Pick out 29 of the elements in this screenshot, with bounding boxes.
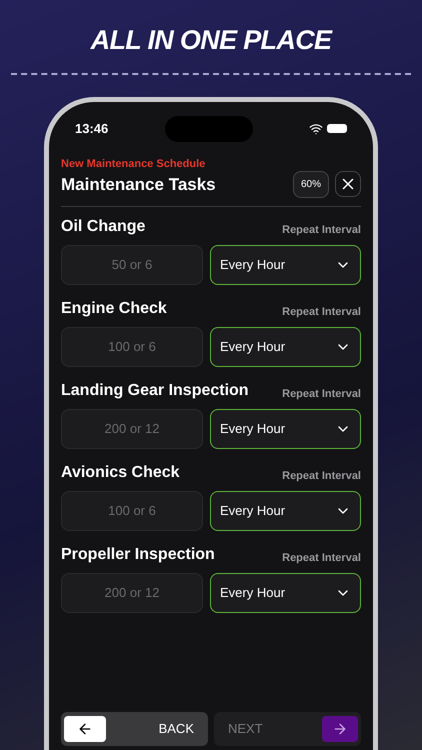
status-time: 13:46 [75,120,108,138]
back-button[interactable]: BACK [61,712,208,746]
screen-title: Maintenance Tasks [61,174,216,196]
hours-field[interactable]: 200 or 12 [61,408,203,448]
headline: ALL IN ONE PLACE [90,24,332,57]
interval-dropdown[interactable]: Every Hour [210,244,361,284]
task-name: Propeller Inspection [61,544,215,564]
interval-dropdown[interactable]: Every Hour [210,326,361,366]
interval-label: Repeat Interval [282,305,361,320]
task-name: Landing Gear Inspection [61,380,249,400]
interval-dropdown[interactable]: Every Hour [210,490,361,530]
interval-dropdown[interactable]: Every Hour [210,408,361,448]
interval-label: Repeat Interval [282,387,361,402]
battery-icon [327,124,347,133]
wifi-icon [309,122,323,136]
interval-label: Repeat Interval [282,551,361,566]
interval-label: Repeat Interval [282,469,361,484]
hours-field[interactable]: 100 or 6 [61,326,203,366]
progress-badge: 60% [292,170,329,198]
interval-label: Repeat Interval [282,223,361,238]
hours-field[interactable]: 200 or 12 [61,572,203,612]
task-name: Engine Check [61,298,167,318]
task-name: Oil Change [61,216,146,236]
hours-field[interactable]: 100 or 6 [61,490,203,530]
close-button[interactable] [335,171,361,197]
task-name: Avionics Check [61,462,180,482]
hours-field[interactable]: 50 or 6 [61,244,203,284]
screen-subtitle: New Maintenance Schedule [61,156,206,172]
interval-dropdown[interactable]: Every Hour [210,572,361,612]
